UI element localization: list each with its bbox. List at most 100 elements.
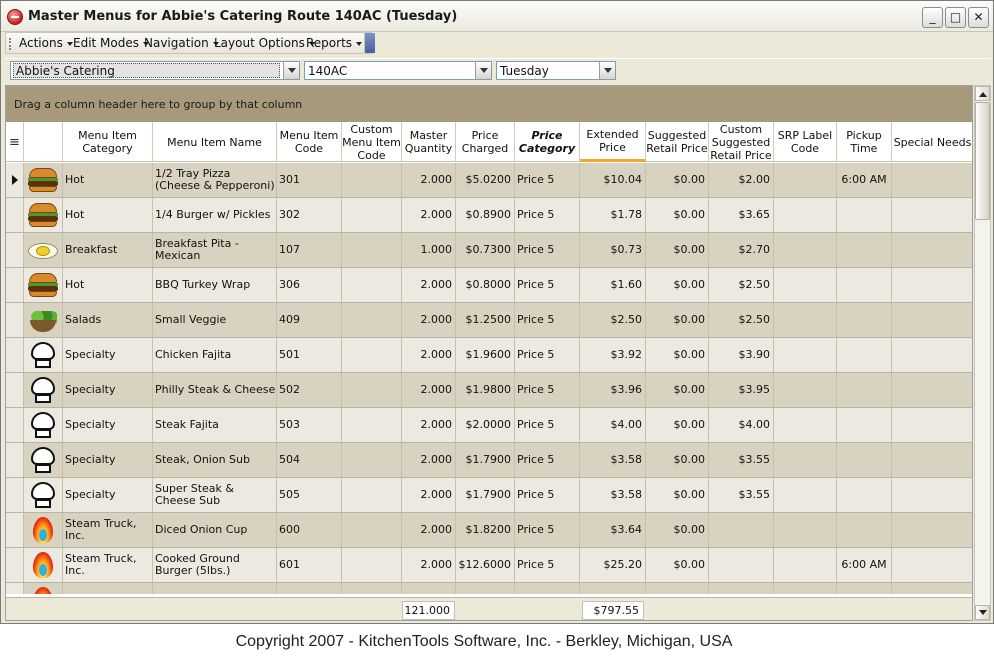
cell-special-needs[interactable] <box>892 198 972 232</box>
cell-item-name[interactable]: Chicken Fajita <box>153 338 277 372</box>
cell-price-charged[interactable]: $1.7900 <box>456 478 515 512</box>
cell-master-quantity[interactable]: 2.000 <box>402 198 456 232</box>
cell-special-needs[interactable] <box>892 548 972 582</box>
table-row[interactable]: Specialty Steak Fajita 503 2.000 $2.0000 Pric… <box>6 408 972 443</box>
cell-suggested-retail-price[interactable]: $0.00 <box>646 513 709 547</box>
row-selector[interactable] <box>6 583 24 594</box>
cell-price-category[interactable]: Price 5 <box>515 268 580 302</box>
cell-special-needs[interactable] <box>892 408 972 442</box>
row-selector[interactable] <box>6 198 24 232</box>
cell-master-quantity[interactable]: 2.000 <box>402 443 456 477</box>
cell-extended-price[interactable]: $3.58 <box>580 478 646 512</box>
cell-custom-suggested-retail-price[interactable]: $3.55 <box>709 478 774 512</box>
cell-pickup-time[interactable] <box>837 198 892 232</box>
category-icon-cell[interactable] <box>24 303 63 337</box>
cell-price-category[interactable]: Price 5 <box>515 373 580 407</box>
row-selector[interactable] <box>6 338 24 372</box>
cell-suggested-retail-price[interactable]: $0.00 <box>646 338 709 372</box>
cell-special-needs[interactable] <box>892 478 972 512</box>
cell-custom-suggested-retail-price[interactable] <box>709 583 774 594</box>
dropdown-arrow-icon[interactable] <box>475 62 491 79</box>
cell-custom-item-code[interactable] <box>342 478 402 512</box>
cell-suggested-retail-price[interactable]: $0.00 <box>646 548 709 582</box>
table-row[interactable]: Steam Truck, Inc. Diced Onion Cup 600 2.000… <box>6 513 972 548</box>
cell-pickup-time[interactable] <box>837 583 892 594</box>
cell-item-name[interactable]: Super Steak & Cheese Sub <box>153 478 277 512</box>
table-row[interactable]: Crispy Diced Potatoes <box>6 583 972 594</box>
menu-layout-options[interactable]: Layout Options <box>214 36 315 50</box>
cell-item-code[interactable]: 503 <box>277 408 342 442</box>
menu-reports[interactable]: Reports <box>306 36 363 50</box>
cell-pickup-time[interactable] <box>837 443 892 477</box>
dropdown-arrow-icon[interactable] <box>283 62 299 79</box>
table-row[interactable]: Steam Truck, Inc. Cooked Ground Burger (5… <box>6 548 972 583</box>
cell-item-name[interactable]: Breakfast Pita - Mexican <box>153 233 277 267</box>
cell-extended-price[interactable]: $3.58 <box>580 443 646 477</box>
cell-suggested-retail-price[interactable]: $0.00 <box>646 198 709 232</box>
cell-price-category[interactable]: Price 5 <box>515 478 580 512</box>
cell-category[interactable]: Steam Truck, Inc. <box>63 513 153 547</box>
cell-master-quantity[interactable]: 2.000 <box>402 513 456 547</box>
category-icon-cell[interactable] <box>24 163 63 197</box>
cell-suggested-retail-price[interactable]: $0.00 <box>646 163 709 197</box>
category-icon-cell[interactable] <box>24 583 63 594</box>
cell-special-needs[interactable] <box>892 583 972 594</box>
cell-price-category[interactable]: Price 5 <box>515 163 580 197</box>
column-header-special-needs[interactable]: Special Needs <box>892 122 972 162</box>
cell-extended-price[interactable]: $2.50 <box>580 303 646 337</box>
cell-custom-suggested-retail-price[interactable]: $3.65 <box>709 198 774 232</box>
cell-master-quantity[interactable]: 2.000 <box>402 268 456 302</box>
cell-suggested-retail-price[interactable]: $0.00 <box>646 233 709 267</box>
cell-price-charged[interactable]: $1.7900 <box>456 443 515 477</box>
cell-master-quantity[interactable]: 2.000 <box>402 478 456 512</box>
column-header-custom-item-code[interactable]: Custom Menu Item Code <box>342 122 402 162</box>
cell-extended-price[interactable]: $3.92 <box>580 338 646 372</box>
cell-item-code[interactable]: 306 <box>277 268 342 302</box>
cell-custom-suggested-retail-price[interactable]: $2.50 <box>709 268 774 302</box>
cell-custom-suggested-retail-price[interactable] <box>709 548 774 582</box>
cell-custom-suggested-retail-price[interactable]: $3.55 <box>709 443 774 477</box>
cell-item-name[interactable]: Cooked Ground Burger (5lbs.) <box>153 548 277 582</box>
cell-srp-label-code[interactable] <box>774 163 837 197</box>
cell-special-needs[interactable] <box>892 163 972 197</box>
cell-custom-item-code[interactable] <box>342 443 402 477</box>
cell-custom-item-code[interactable] <box>342 303 402 337</box>
cell-pickup-time[interactable] <box>837 408 892 442</box>
cell-pickup-time[interactable] <box>837 373 892 407</box>
vertical-scrollbar[interactable] <box>974 85 991 621</box>
app-logo-icon[interactable] <box>7 9 23 25</box>
cell-item-name[interactable]: 1/4 Burger w/ Pickles <box>153 198 277 232</box>
category-icon-cell[interactable] <box>24 408 63 442</box>
cell-extended-price[interactable]: $3.96 <box>580 373 646 407</box>
cell-item-name[interactable]: BBQ Turkey Wrap <box>153 268 277 302</box>
row-selector[interactable] <box>6 373 24 407</box>
cell-srp-label-code[interactable] <box>774 373 837 407</box>
cell-custom-item-code[interactable] <box>342 268 402 302</box>
cell-suggested-retail-price[interactable]: $0.00 <box>646 408 709 442</box>
cell-srp-label-code[interactable] <box>774 443 837 477</box>
cell-category[interactable]: Hot <box>63 268 153 302</box>
cell-custom-suggested-retail-price[interactable]: $4.00 <box>709 408 774 442</box>
cell-custom-item-code[interactable] <box>342 583 402 594</box>
cell-custom-suggested-retail-price[interactable]: $2.70 <box>709 233 774 267</box>
cell-extended-price[interactable]: $1.60 <box>580 268 646 302</box>
cell-master-quantity[interactable]: 2.000 <box>402 303 456 337</box>
column-header-icon[interactable] <box>24 122 63 162</box>
row-selector[interactable] <box>6 303 24 337</box>
column-header-price-charged[interactable]: Price Charged <box>456 122 515 162</box>
cell-extended-price[interactable]: $1.78 <box>580 198 646 232</box>
table-row[interactable]: Hot 1/2 Tray Pizza (Cheese & Pepperoni) 30… <box>6 163 972 198</box>
cell-special-needs[interactable] <box>892 443 972 477</box>
cell-item-code[interactable] <box>277 583 342 594</box>
cell-price-charged[interactable]: $0.7300 <box>456 233 515 267</box>
cell-custom-suggested-retail-price[interactable]: $3.90 <box>709 338 774 372</box>
cell-custom-item-code[interactable] <box>342 373 402 407</box>
cell-custom-item-code[interactable] <box>342 233 402 267</box>
route-select[interactable]: 140AC <box>304 61 492 80</box>
row-selector[interactable] <box>6 513 24 547</box>
category-icon-cell[interactable] <box>24 443 63 477</box>
cell-srp-label-code[interactable] <box>774 268 837 302</box>
table-row[interactable]: Specialty Steak, Onion Sub 504 2.000 $1.7900… <box>6 443 972 478</box>
cell-custom-item-code[interactable] <box>342 338 402 372</box>
category-icon-cell[interactable] <box>24 548 63 582</box>
